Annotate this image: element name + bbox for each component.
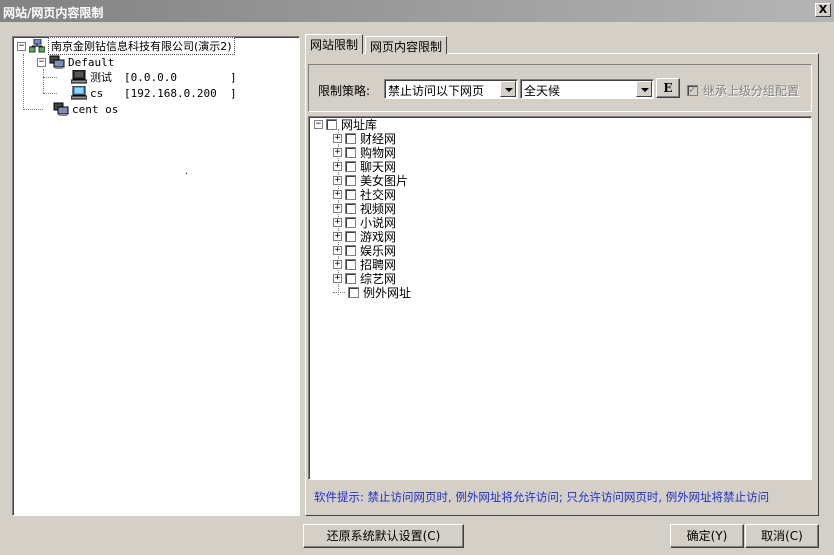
group-row-cent-os[interactable]: cent os <box>53 101 118 117</box>
checkbox-icon[interactable] <box>345 258 356 270</box>
computer-icon <box>71 70 87 84</box>
software-hint: 软件提示: 禁止访问网页时, 例外网址将允许访问; 只允许访问网页时, 例外网址… <box>314 490 770 504</box>
time-schedule-select[interactable]: 全天候 <box>520 79 654 99</box>
tab-label: 网页内容限制 <box>370 40 443 54</box>
tab-page-content-limit[interactable]: 网页内容限制 <box>365 36 448 54</box>
expand-icon[interactable]: + <box>333 175 342 185</box>
checkbox-icon[interactable] <box>345 202 356 214</box>
computer-icon <box>71 86 87 100</box>
chevron-down-icon[interactable] <box>500 81 516 97</box>
ok-button[interactable]: 确定(Y) <box>670 524 744 548</box>
group-row-default[interactable]: − Default <box>37 54 114 70</box>
checkbox-icon[interactable] <box>345 160 356 172</box>
cancel-button[interactable]: 取消(C) <box>745 524 819 548</box>
checkbox-icon[interactable] <box>345 132 356 144</box>
checkbox-icon[interactable] <box>345 216 356 228</box>
group-tree-panel[interactable]: − 南京金刚钻信息科技有限公司(演示2) − Default 测试 [0.0.0… <box>12 36 300 516</box>
checkbox-icon[interactable] <box>348 286 359 298</box>
inherit-checkbox[interactable]: 继承上级分组配置 <box>687 82 799 99</box>
checkbox-icon[interactable] <box>345 272 356 284</box>
expand-icon[interactable]: + <box>333 189 342 199</box>
policy-mode-value: 禁止访问以下网页 <box>388 84 485 98</box>
ok-button-label: 确定(Y) <box>686 529 728 543</box>
expand-icon[interactable]: + <box>333 273 342 283</box>
collapse-icon[interactable]: − <box>17 41 26 51</box>
member-name: cs <box>90 86 104 100</box>
member-name: 测试 <box>90 71 112 84</box>
collapse-icon[interactable]: − <box>314 119 323 129</box>
stray-dot: · <box>185 169 189 180</box>
time-schedule-value: 全天候 <box>524 84 561 98</box>
tab-label: 网站限制 <box>310 38 359 52</box>
tree-root-label: 南京金刚钻信息科技有限公司(演示2) <box>48 37 235 55</box>
restore-button-label: 还原系统默认设置(C) <box>326 529 441 543</box>
member-row[interactable]: 测试 [0.0.0.0 ] <box>71 69 237 85</box>
expand-icon[interactable]: + <box>333 133 342 143</box>
checkbox-icon[interactable] <box>345 146 356 158</box>
tree-connector <box>333 291 345 293</box>
network-icon <box>29 39 45 53</box>
expand-icon[interactable]: + <box>333 161 342 171</box>
tree-root-row[interactable]: − 南京金刚钻信息科技有限公司(演示2) <box>17 37 235 55</box>
restore-defaults-button[interactable]: 还原系统默认设置(C) <box>303 524 464 548</box>
policy-mode-select[interactable]: 禁止访问以下网页 <box>384 79 518 99</box>
edit-button-label: E <box>663 81 673 95</box>
url-exception-label: 例外网址 <box>363 285 412 300</box>
close-button[interactable]: X <box>815 3 831 17</box>
cancel-button-label: 取消(C) <box>761 529 803 543</box>
expand-icon[interactable]: + <box>333 147 342 157</box>
computer-group-icon <box>53 102 69 116</box>
close-icon: X <box>818 3 828 16</box>
expand-icon[interactable]: + <box>333 217 342 227</box>
member-ip: [0.0.0.0 ] <box>124 70 237 84</box>
expand-icon[interactable]: + <box>333 245 342 255</box>
checkbox-icon[interactable] <box>345 244 356 256</box>
collapse-icon[interactable]: − <box>37 57 46 67</box>
checkbox-icon[interactable] <box>326 118 337 130</box>
checkbox-icon[interactable] <box>687 83 698 96</box>
expand-icon[interactable]: + <box>333 203 342 213</box>
computer-group-icon <box>49 55 65 69</box>
expand-icon[interactable]: + <box>333 259 342 269</box>
member-ip: [192.168.0.200 ] <box>124 86 237 100</box>
group-label: Default <box>68 55 115 69</box>
window-titlebar: 网站/网页内容限制 <box>0 0 834 22</box>
edit-schedule-button[interactable]: E <box>656 78 680 98</box>
tab-website-limit[interactable]: 网站限制 <box>305 34 364 54</box>
checkbox-icon[interactable] <box>345 188 356 200</box>
policy-label: 限制策略: <box>318 84 371 98</box>
checkbox-icon[interactable] <box>345 174 356 186</box>
group-label: cent os <box>72 102 119 116</box>
member-row[interactable]: cs [192.168.0.200 ] <box>71 85 237 101</box>
inherit-label: 继承上级分组配置 <box>703 84 800 98</box>
url-exception-row[interactable]: 例外网址 <box>333 285 412 300</box>
chevron-down-icon[interactable] <box>636 81 652 97</box>
checkbox-icon[interactable] <box>345 230 356 242</box>
expand-icon[interactable]: + <box>333 231 342 241</box>
window-title: 网站/网页内容限制 <box>3 6 104 20</box>
